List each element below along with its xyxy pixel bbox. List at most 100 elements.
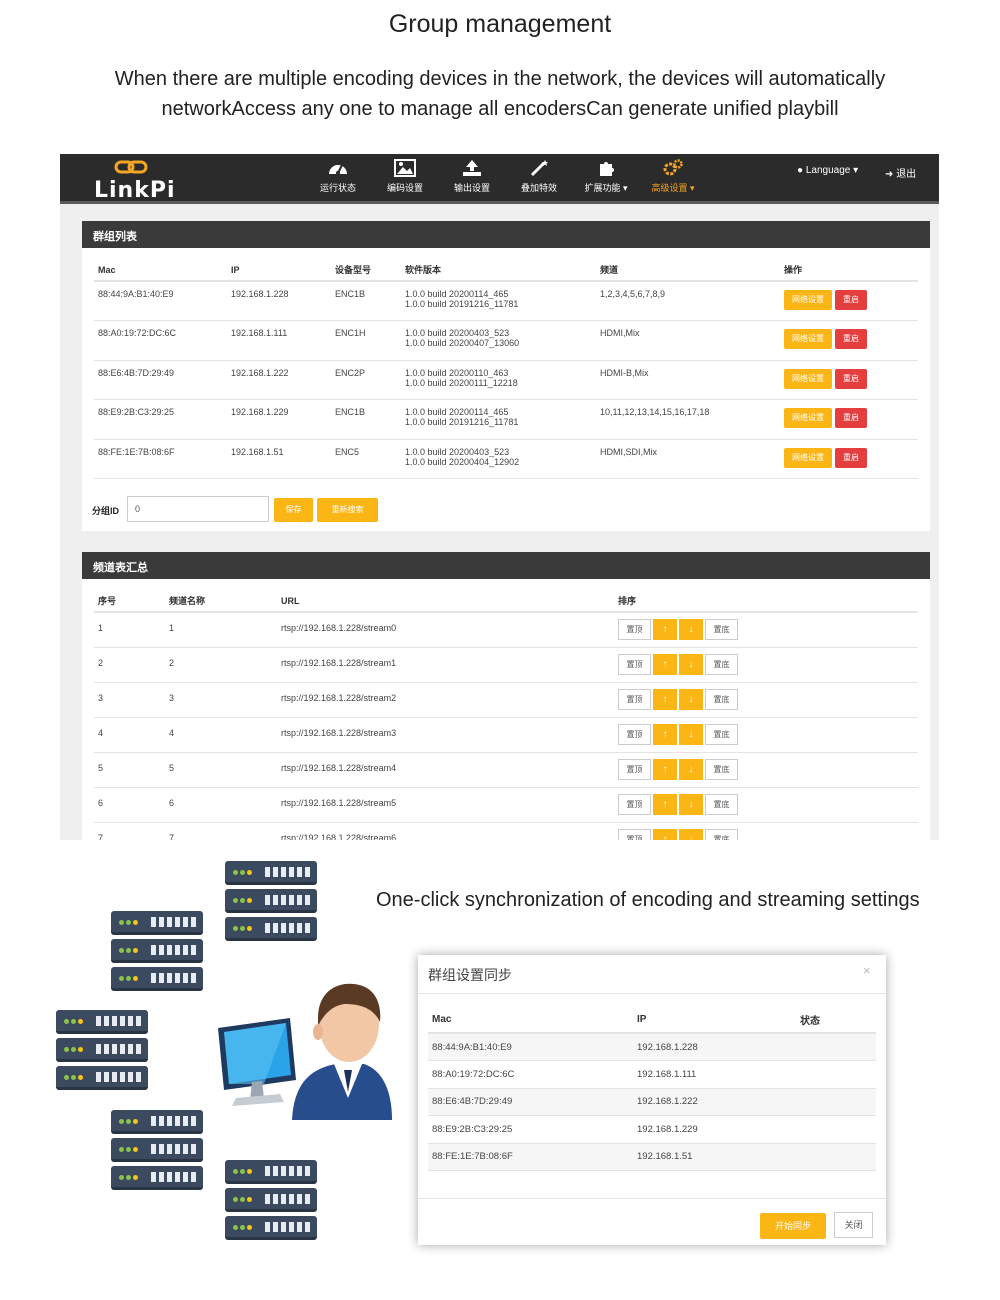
channel-name-cell: 1 <box>165 612 277 648</box>
version-cell: 1.0.0 build 20200114_465 1.0.0 build 2019… <box>401 399 596 440</box>
group-id-input[interactable] <box>127 496 269 522</box>
close-icon[interactable]: × <box>863 963 871 978</box>
move-down-arrow-icon[interactable]: ↓ <box>679 688 703 710</box>
move-up-arrow-icon[interactable]: ↑ <box>653 758 677 780</box>
save-button[interactable]: 保存 <box>274 498 313 522</box>
sort-cell: 置顶 ↑ ↓ 置底 <box>614 752 918 788</box>
model-cell: ENC1B <box>331 281 401 321</box>
url-cell: rtsp://192.168.1.228/stream3 <box>277 717 614 753</box>
divider <box>418 993 886 994</box>
move-bottom-button[interactable]: 置底 <box>705 688 738 710</box>
move-bottom-button[interactable]: 置底 <box>705 723 738 745</box>
mac-cell: 88:44:9A:B1:40:E9 <box>428 1033 633 1061</box>
move-down-arrow-icon[interactable]: ↓ <box>679 793 703 815</box>
move-top-button[interactable]: 置顶 <box>618 723 651 745</box>
column-header: 设备型号 <box>331 259 401 282</box>
model-cell: ENC2P <box>331 360 401 400</box>
channel-name-cell: 7 <box>165 822 277 840</box>
nav-advanced[interactable]: 高级设置 ▾ <box>641 159 705 199</box>
table-row: 5 5 rtsp://192.168.1.228/stream4 置顶 ↑ ↓ 置底 <box>94 752 918 788</box>
column-header: IP <box>633 1007 796 1034</box>
reboot-button[interactable]: 重启 <box>835 368 867 389</box>
nav-overlay[interactable]: 叠加特效 <box>507 159 571 199</box>
description-line-1: When there are multiple encoding devices… <box>114 68 886 90</box>
ip-cell: 192.168.1.228 <box>633 1033 796 1061</box>
network-settings-button[interactable]: 网络设置 <box>784 408 832 428</box>
version-line: 1.0.0 build 20200110_463 <box>405 367 509 378</box>
move-down-arrow-icon[interactable]: ↓ <box>679 619 703 640</box>
move-top-button[interactable]: 置顶 <box>618 653 651 675</box>
nav-extensions[interactable]: 扩展功能 ▾ <box>574 159 638 199</box>
move-top-button[interactable]: 置顶 <box>618 758 651 780</box>
move-bottom-button[interactable]: 置底 <box>705 653 738 675</box>
move-up-arrow-icon[interactable]: ↑ <box>653 793 677 815</box>
mac-cell: 88:E9:2B:C3:29:25 <box>94 399 227 440</box>
mac-cell: 88:E6:4B:7D:29:49 <box>94 360 227 400</box>
table-row: 2 2 rtsp://192.168.1.228/stream1 置顶 ↑ ↓ 置底 <box>94 647 918 683</box>
move-top-button[interactable]: 置顶 <box>618 793 651 815</box>
channels-cell: HDMI,Mix <box>596 320 780 361</box>
column-header: URL <box>277 590 614 613</box>
reboot-button[interactable]: 重启 <box>835 447 867 468</box>
logout-button[interactable]: ➜ 退出 <box>885 165 916 180</box>
index-cell: 1 <box>94 612 165 648</box>
nav-status[interactable]: 运行状态 <box>306 159 370 199</box>
nav-encoding[interactable]: 编码设置 <box>373 159 437 199</box>
move-bottom-button[interactable]: 置底 <box>705 619 738 640</box>
sort-cell: 置顶 ↑ ↓ 置底 <box>614 717 918 753</box>
move-up-arrow-icon[interactable]: ↑ <box>653 688 677 710</box>
move-bottom-button[interactable]: 置底 <box>705 793 738 815</box>
close-button[interactable]: 关闭 <box>834 1212 873 1238</box>
sort-cell: 置顶 ↑ ↓ 置底 <box>614 787 918 823</box>
language-dropdown[interactable]: ● Language ▾ <box>797 165 858 176</box>
rescan-button[interactable]: 重新搜索 <box>317 498 378 522</box>
move-down-arrow-icon[interactable]: ↓ <box>679 653 703 675</box>
move-up-arrow-icon[interactable]: ↑ <box>653 653 677 675</box>
reboot-button[interactable]: 重启 <box>835 290 867 310</box>
move-top-button[interactable]: 置顶 <box>618 828 651 840</box>
move-down-arrow-icon[interactable]: ↓ <box>679 828 703 840</box>
move-up-arrow-icon[interactable]: ↑ <box>653 619 677 640</box>
mac-cell: 88:A0:19:72:DC:6C <box>94 320 227 361</box>
logo-text: LinkPi <box>94 178 176 203</box>
reboot-button[interactable]: 重启 <box>835 329 867 349</box>
move-bottom-button[interactable]: 置底 <box>705 758 738 780</box>
nav-output[interactable]: 输出设置 <box>440 159 504 199</box>
table-row: 88:44:9A:B1:40:E9 192.168.1.228 <box>428 1033 876 1061</box>
start-sync-button[interactable]: 开始同步 <box>760 1213 826 1239</box>
move-down-arrow-icon[interactable]: ↓ <box>679 758 703 780</box>
move-bottom-button[interactable]: 置底 <box>705 828 738 840</box>
network-settings-button[interactable]: 网络设置 <box>784 368 832 389</box>
network-settings-button[interactable]: 网络设置 <box>784 290 832 310</box>
move-down-arrow-icon[interactable]: ↓ <box>679 723 703 745</box>
reboot-button[interactable]: 重启 <box>835 408 867 428</box>
linkpi-logo[interactable]: LinkPi <box>94 158 176 203</box>
version-line: 1.0.0 build 20200114_465 <box>405 289 509 299</box>
magic-wand-icon <box>530 160 548 177</box>
mac-cell: 88:E9:2B:C3:29:25 <box>428 1115 633 1144</box>
puzzle-icon <box>600 162 614 176</box>
index-cell: 4 <box>94 717 165 753</box>
server-rack-icon <box>225 861 317 943</box>
ip-cell: 192.168.1.222 <box>227 360 331 400</box>
upload-icon <box>463 160 481 176</box>
version-line: 1.0.0 build 20200403_523 <box>405 446 510 457</box>
move-up-arrow-icon[interactable]: ↑ <box>653 828 677 840</box>
mac-cell: 88:44:9A:B1:40:E9 <box>94 281 227 321</box>
version-line: 1.0.0 build 20200403_523 <box>405 328 510 338</box>
move-up-arrow-icon[interactable]: ↑ <box>653 723 677 745</box>
channel-name-cell: 3 <box>165 682 277 718</box>
ip-cell: 192.168.1.111 <box>633 1060 796 1089</box>
network-settings-button[interactable]: 网络设置 <box>784 447 832 468</box>
url-cell: rtsp://192.168.1.228/stream2 <box>277 682 614 718</box>
sort-cell: 置顶 ↑ ↓ 置底 <box>614 682 918 718</box>
channel-name-cell: 2 <box>165 647 277 683</box>
version-cell: 1.0.0 build 20200114_465 1.0.0 build 2019… <box>401 281 596 321</box>
ip-cell: 192.168.1.51 <box>227 439 331 479</box>
sort-cell: 置顶 ↑ ↓ 置底 <box>614 647 918 683</box>
group-table: Mac IP 设备型号 软件版本 频道 操作 88:44:9A:B1:40:E9… <box>94 259 918 479</box>
move-top-button[interactable]: 置顶 <box>618 688 651 710</box>
network-settings-button[interactable]: 网络设置 <box>784 329 832 349</box>
move-top-button[interactable]: 置顶 <box>618 619 651 640</box>
column-header: Mac <box>428 1007 633 1034</box>
